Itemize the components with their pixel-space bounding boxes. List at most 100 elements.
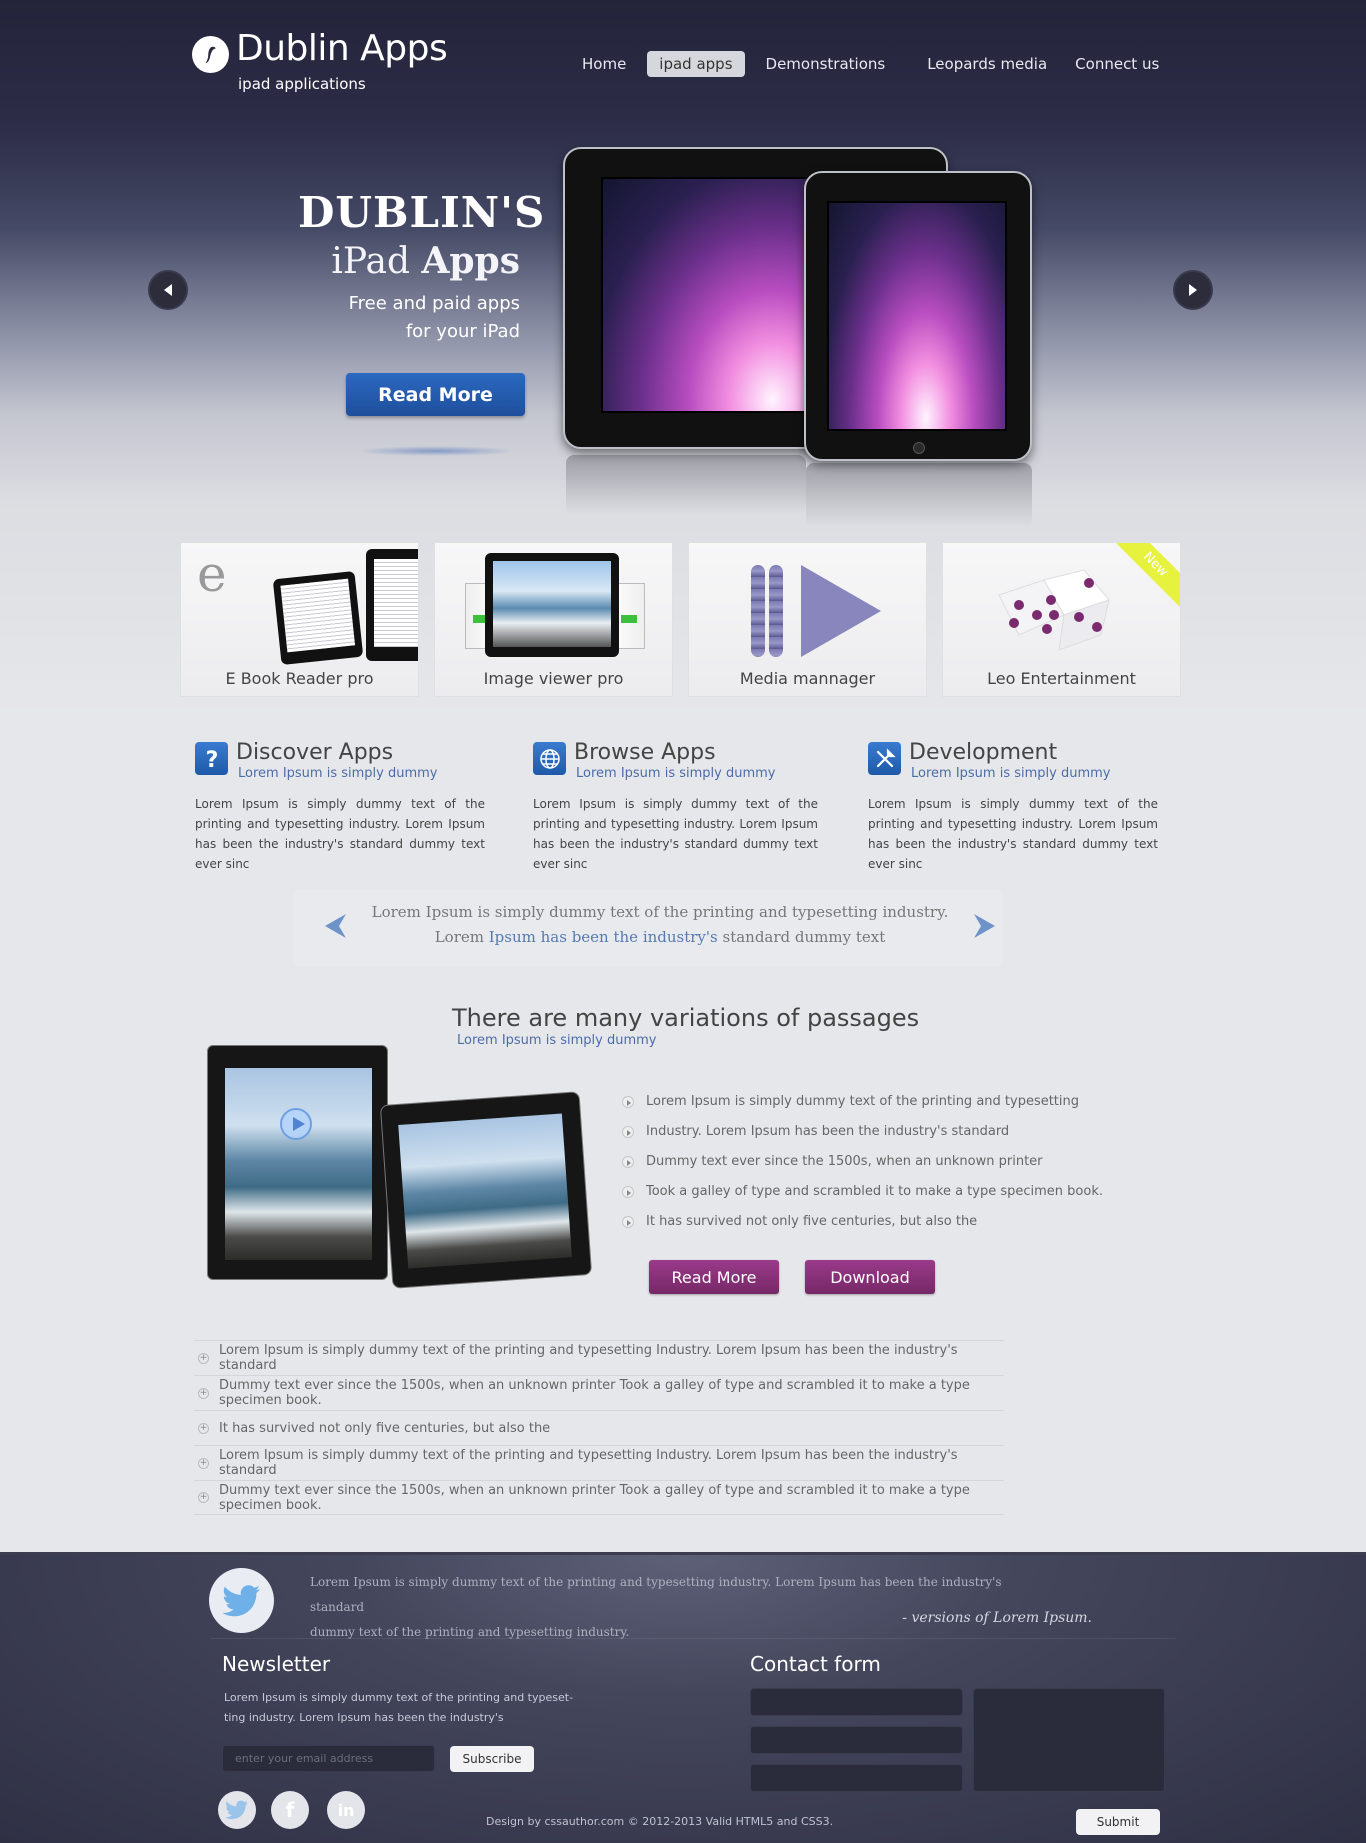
arrow-right-icon xyxy=(1189,284,1197,296)
hero-tablet-reflection xyxy=(566,455,806,515)
quote-line1: Lorem Ipsum is simply dummy text of the … xyxy=(371,903,949,921)
hero-tablet-reflection-small xyxy=(806,463,1032,527)
feature-subtitle: Lorem Ipsum is simply dummy xyxy=(238,766,438,781)
logo-icon[interactable] xyxy=(192,36,229,73)
twitter-feed-icon[interactable] xyxy=(209,1568,274,1633)
arrow-left-icon xyxy=(164,284,172,296)
app-card-label: Image viewer pro xyxy=(483,669,624,688)
twitter-icon[interactable] xyxy=(218,1791,256,1829)
accordion-item[interactable]: + Lorem Ipsum is simply dummy text of the… xyxy=(194,1340,1004,1375)
subscribe-button[interactable]: Subscribe xyxy=(450,1746,534,1772)
accordion-item[interactable]: + Dummy text ever since the 1500s, when a… xyxy=(194,1375,1004,1410)
app-card-label: Media mannager xyxy=(739,669,876,688)
globe-icon xyxy=(533,742,566,775)
hero-subheading: iPad Apps xyxy=(298,240,520,282)
accordion-text: Lorem Ipsum is simply dummy text of the … xyxy=(219,1343,958,1373)
tweet-text: Lorem Ipsum is simply dummy text of the … xyxy=(310,1570,1050,1645)
nav-connect-us[interactable]: Connect us xyxy=(1063,51,1171,77)
facebook-icon[interactable]: f xyxy=(271,1791,309,1829)
passages-bullet-list: Lorem Ipsum is simply dummy text of the … xyxy=(622,1092,1103,1242)
list-item: Industry. Lorem Ipsum has been the indus… xyxy=(622,1122,1103,1152)
feature-text: Lorem Ipsum is simply dummy text of the … xyxy=(533,797,818,871)
app-card-leo[interactable]: New Leo Entertainment xyxy=(942,542,1181,697)
feature-subtitle: Lorem Ipsum is simply dummy xyxy=(576,766,776,781)
bullet-text: It has survived not only five centuries,… xyxy=(646,1214,978,1229)
play-icon[interactable] xyxy=(280,1108,312,1140)
app-card-ebook[interactable]: e E Book Reader pro xyxy=(180,542,419,697)
quote-line2-end: standard dummy text xyxy=(717,928,886,946)
nav-ipad-apps[interactable]: ipad apps xyxy=(647,51,745,77)
plus-icon: + xyxy=(198,1422,209,1434)
photo-tablet-portrait-screen xyxy=(225,1068,372,1260)
linkedin-icon[interactable]: in xyxy=(327,1791,365,1829)
nav-leopards-media[interactable]: Leopards media xyxy=(915,51,1059,77)
download-button[interactable]: Download xyxy=(805,1260,935,1294)
accordion-text: It has survived not only five centuries,… xyxy=(219,1420,551,1436)
image-viewer-green-right xyxy=(621,615,637,623)
newsletter-text: Lorem Ipsum is simply dummy text of the … xyxy=(224,1688,584,1728)
main-nav: Home ipad apps Demonstrations Leopards m… xyxy=(570,51,1180,77)
bullet-text: Industry. Lorem Ipsum has been the indus… xyxy=(646,1124,1010,1139)
image-viewer-tablet xyxy=(485,553,619,657)
feature-title[interactable]: Browse Apps xyxy=(574,740,716,765)
logo-subtitle: ipad applications xyxy=(238,75,366,93)
hero-heading: DUBLIN'S xyxy=(298,188,546,237)
hero-subheading-bold: Apps xyxy=(421,240,520,282)
list-item: It has survived not only five centuries,… xyxy=(622,1212,1103,1242)
bullet-arrow-icon xyxy=(622,1156,634,1168)
hero-tagline-line1: Free and paid apps xyxy=(348,293,520,314)
contact-form-title: Contact form xyxy=(750,1652,881,1676)
ebook-tablet-1 xyxy=(272,570,364,666)
app-card-image-viewer[interactable]: Image viewer pro xyxy=(434,542,673,697)
logo-title[interactable]: Dublin Apps xyxy=(236,28,448,69)
media-icon xyxy=(751,565,765,657)
newsletter-text-line2: ting industry. Lorem Ipsum has been the … xyxy=(224,1711,504,1724)
contact-subject-field[interactable] xyxy=(750,1764,963,1792)
app-card-media[interactable]: Media mannager xyxy=(688,542,927,697)
list-item: Dummy text ever since the 1500s, when an… xyxy=(622,1152,1103,1182)
bullet-arrow-icon xyxy=(622,1126,634,1138)
list-item: Took a galley of type and scrambled it t… xyxy=(622,1182,1103,1212)
hero-next-arrow[interactable] xyxy=(1173,270,1213,310)
quote-line2-start: Lorem xyxy=(434,928,489,946)
section-subtitle: Lorem Ipsum is simply dummy xyxy=(457,1033,657,1048)
contact-name-field[interactable] xyxy=(750,1688,963,1716)
ebook-icon: e xyxy=(197,545,227,603)
accordion-list: + Lorem Ipsum is simply dummy text of the… xyxy=(194,1340,1004,1515)
photo-tablet-landscape xyxy=(379,1091,593,1289)
nav-demonstrations[interactable]: Demonstrations xyxy=(754,51,898,77)
photo-tablet-portrait xyxy=(207,1045,388,1280)
submit-button[interactable]: Submit xyxy=(1076,1809,1160,1835)
nav-home[interactable]: Home xyxy=(570,51,638,77)
accordion-item[interactable]: + Dummy text ever since the 1500s, when a… xyxy=(194,1480,1004,1515)
email-input[interactable] xyxy=(222,1745,435,1772)
quote-text: Lorem Ipsum is simply dummy text of the … xyxy=(340,900,980,950)
section-title: There are many variations of passages xyxy=(452,1004,920,1032)
plus-icon: + xyxy=(198,1352,209,1364)
hero-tagline: Free and paid apps for your iPad xyxy=(300,290,520,346)
media-play-shape xyxy=(801,565,881,657)
hero-read-more-button[interactable]: Read More xyxy=(346,373,525,416)
feature-title[interactable]: Development xyxy=(909,740,1057,765)
feature-text: Lorem Ipsum is simply dummy text of the … xyxy=(195,797,485,871)
newsletter-title: Newsletter xyxy=(222,1652,331,1676)
accordion-item[interactable]: + Lorem Ipsum is simply dummy text of the… xyxy=(194,1445,1004,1480)
bullet-text: Took a galley of type and scrambled it t… xyxy=(646,1184,1103,1199)
hero-button-shadow xyxy=(356,446,516,456)
read-more-button[interactable]: Read More xyxy=(649,1260,779,1294)
accordion-text: Dummy text ever since the 1500s, when an… xyxy=(219,1378,970,1408)
accordion-text: Lorem Ipsum is simply dummy text of the … xyxy=(219,1448,958,1478)
hero-prev-arrow[interactable] xyxy=(148,270,188,310)
feature-title[interactable]: Discover Apps xyxy=(236,740,393,765)
contact-message-field[interactable] xyxy=(973,1688,1165,1792)
contact-email-field[interactable] xyxy=(750,1726,963,1754)
hero-tablet-small xyxy=(804,171,1032,461)
bullet-arrow-icon xyxy=(622,1096,634,1108)
tools-icon xyxy=(868,742,901,775)
plus-icon: + xyxy=(198,1387,209,1399)
ebook-tablet-2 xyxy=(366,549,418,661)
hero-tablet-home-button xyxy=(913,442,925,454)
tweet-author: - versions of Lorem Ipsum. xyxy=(902,1610,1092,1626)
accordion-item[interactable]: + It has survived not only five centuries… xyxy=(194,1410,1004,1445)
hero-subheading-light: iPad xyxy=(331,241,422,282)
